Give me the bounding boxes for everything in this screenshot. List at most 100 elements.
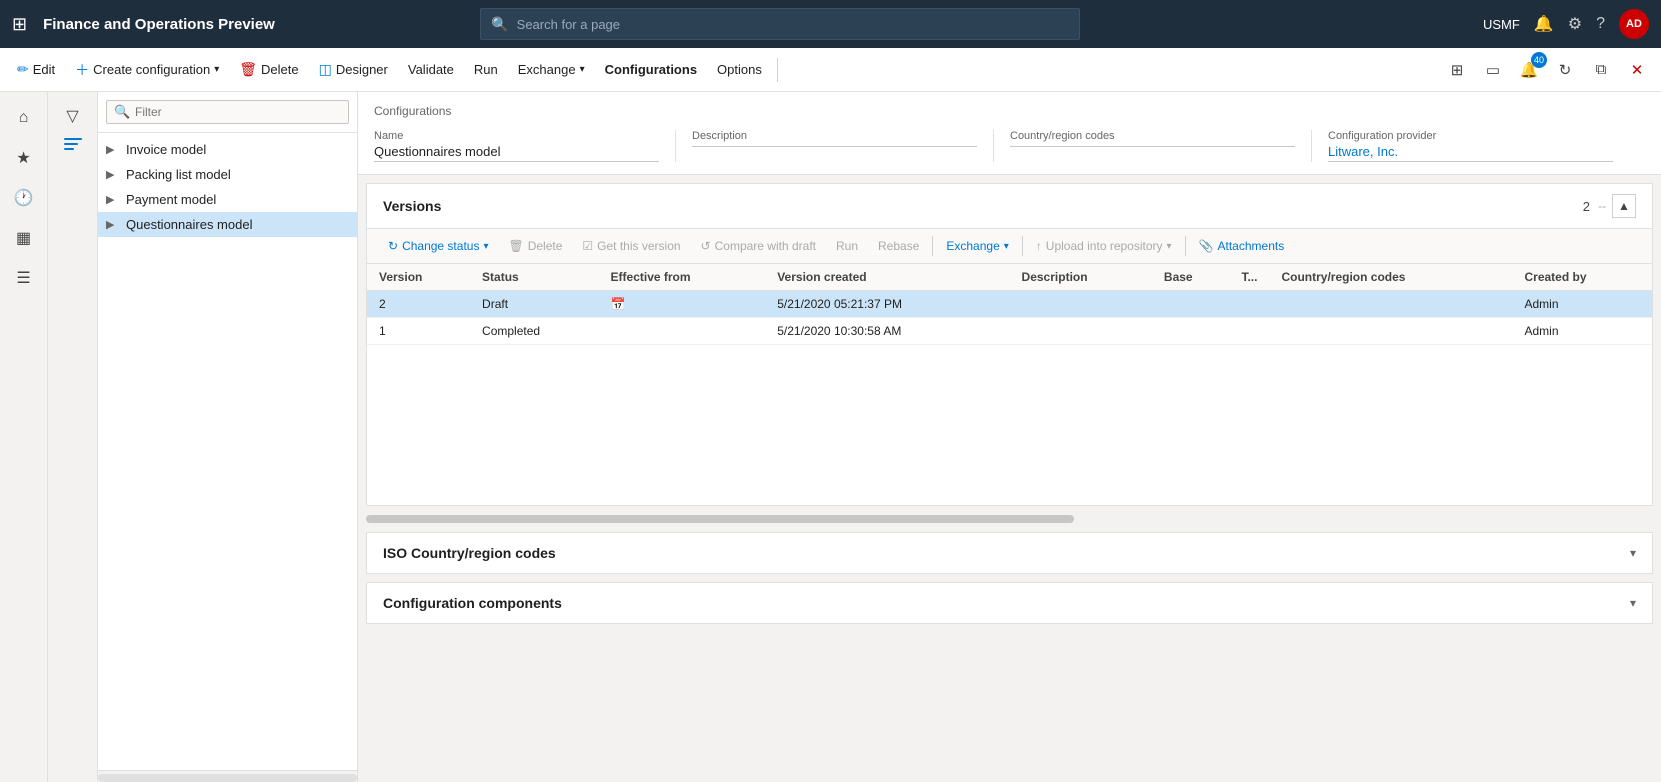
- versions-count: 2: [1583, 199, 1590, 214]
- table-row[interactable]: 1 Completed 5/21/2020 10:30:58 AM Admin: [367, 318, 1652, 345]
- change-status-button[interactable]: ↻ Change status ▾: [379, 235, 497, 257]
- sidebar-item-home[interactable]: ⌂: [6, 100, 42, 136]
- config-components-title: Configuration components: [383, 595, 562, 611]
- help-icon[interactable]: ?: [1596, 15, 1605, 33]
- filter-lines-icon[interactable]: [58, 132, 88, 156]
- versions-exchange-button[interactable]: Exchange ▾: [937, 235, 1017, 257]
- get-this-version-button[interactable]: ☑ Get this version: [573, 235, 689, 257]
- tree-item-questionnaires-model[interactable]: ▶ Questionnaires model: [98, 212, 357, 237]
- versions-dash: --: [1598, 199, 1606, 213]
- config-provider-value[interactable]: Litware, Inc.: [1328, 144, 1613, 162]
- create-configuration-button[interactable]: ＋ Create configuration ▾: [66, 55, 228, 85]
- main-toolbar: ✏ Edit ＋ Create configuration ▾ 🗑 Delete…: [0, 48, 1661, 92]
- config-country-label: Country/region codes: [1010, 130, 1295, 142]
- versions-nav-up[interactable]: ▲: [1612, 194, 1636, 218]
- tree-search-icon: 🔍: [114, 104, 130, 120]
- tree-filter-input[interactable]: [106, 100, 349, 124]
- open-new-window-icon[interactable]: ⧉: [1585, 54, 1617, 86]
- config-description-label: Description: [692, 130, 977, 142]
- search-input[interactable]: [517, 17, 1070, 32]
- col-version-created: Version created: [769, 264, 1013, 291]
- notifications-count-icon[interactable]: 🔔 40: [1513, 54, 1545, 86]
- compare-icon: ↺: [701, 239, 711, 253]
- col-effective-from: Effective from: [603, 264, 770, 291]
- exchange-button[interactable]: Exchange ▾: [509, 57, 594, 82]
- add-icon: ＋: [75, 60, 89, 80]
- settings-icon[interactable]: ⚙: [1568, 14, 1582, 34]
- row-effective-from-1: [603, 318, 770, 345]
- tree-horizontal-scrollbar[interactable]: [98, 770, 357, 782]
- tree-items: ▶ Invoice model ▶ Packing list model ▶ P…: [98, 133, 357, 770]
- versions-nav: ▲: [1612, 194, 1636, 218]
- versions-section-header: Versions 2 -- ▲: [367, 184, 1652, 229]
- configurations-button[interactable]: Configurations: [596, 57, 706, 82]
- sidebar-item-recent[interactable]: 🕐: [6, 180, 42, 216]
- toolbar-separator: [777, 58, 778, 82]
- sidebar-item-modules[interactable]: ☰: [6, 260, 42, 296]
- main-layout: ⌂ ★ 🕐 ▦ ☰ ▽ 🔍 ▶ Invoice model ▶: [0, 92, 1661, 782]
- row-status-draft: Draft: [474, 291, 603, 318]
- iso-section: ISO Country/region codes ▾: [366, 532, 1653, 574]
- compare-with-draft-button[interactable]: ↺ Compare with draft: [692, 235, 825, 257]
- tree-item-packing-list-model[interactable]: ▶ Packing list model: [98, 162, 357, 187]
- options-button[interactable]: Options: [708, 57, 771, 82]
- config-name-field: Name Questionnaires model: [374, 130, 676, 162]
- tree-item-invoice-model[interactable]: ▶ Invoice model: [98, 137, 357, 162]
- sidebar-item-favorites[interactable]: ★: [6, 140, 42, 176]
- personalize-icon[interactable]: ⊞: [1441, 54, 1473, 86]
- attachment-icon: 📎: [1199, 239, 1214, 253]
- designer-button[interactable]: ◫ Designer: [310, 56, 397, 83]
- attachments-button[interactable]: 📎 Attachments: [1190, 235, 1294, 257]
- view-mode-icon[interactable]: ▭: [1477, 54, 1509, 86]
- search-bar[interactable]: 🔍: [480, 8, 1080, 40]
- table-row[interactable]: 2 Draft 📅 5/21/2020 05:21:37 PM Admin: [367, 291, 1652, 318]
- row-description-1: [1014, 318, 1156, 345]
- versions-toolbar-sep2: [1022, 236, 1023, 256]
- versions-delete-icon: 🗑: [508, 239, 523, 253]
- notification-icon[interactable]: 🔔: [1534, 14, 1554, 34]
- waffle-icon[interactable]: ⊞: [12, 14, 27, 35]
- run-button[interactable]: Run: [465, 57, 507, 82]
- get-version-icon: ☑: [582, 239, 593, 253]
- rebase-button[interactable]: Rebase: [869, 235, 928, 257]
- upload-into-repository-button[interactable]: ↑ Upload into repository ▾: [1027, 235, 1181, 257]
- tree-item-payment-model[interactable]: ▶ Payment model: [98, 187, 357, 212]
- refresh-icon[interactable]: ↻: [1549, 54, 1581, 86]
- designer-icon: ◫: [319, 61, 332, 78]
- config-description-value[interactable]: [692, 144, 977, 147]
- icon-nav: ⌂ ★ 🕐 ▦ ☰: [0, 92, 48, 782]
- expand-arrow-packing: ▶: [106, 168, 122, 181]
- versions-delete-button[interactable]: 🗑 Delete: [499, 235, 571, 257]
- close-icon[interactable]: ✕: [1621, 54, 1653, 86]
- col-t: T...: [1233, 264, 1273, 291]
- row-description-2: [1014, 291, 1156, 318]
- expand-arrow-invoice: ▶: [106, 143, 122, 156]
- row-created-by-1: Admin: [1517, 318, 1653, 345]
- avatar[interactable]: AD: [1619, 9, 1649, 39]
- versions-toolbar-sep3: [1185, 236, 1186, 256]
- upload-icon: ↑: [1036, 239, 1042, 253]
- content-panel: Configurations Name Questionnaires model…: [358, 92, 1661, 782]
- config-header: Configurations Name Questionnaires model…: [358, 92, 1661, 175]
- versions-run-button[interactable]: Run: [827, 235, 867, 257]
- delete-button[interactable]: 🗑 Delete: [230, 56, 307, 83]
- calendar-icon[interactable]: 📅: [611, 297, 626, 311]
- company-label: USMF: [1483, 17, 1520, 32]
- validate-button[interactable]: Validate: [399, 57, 463, 82]
- tree-search-area: 🔍: [98, 92, 357, 133]
- config-country-value[interactable]: [1010, 144, 1295, 147]
- iso-section-header[interactable]: ISO Country/region codes ▾: [367, 533, 1652, 573]
- col-created-by: Created by: [1517, 264, 1653, 291]
- config-components-header[interactable]: Configuration components ▾: [367, 583, 1652, 623]
- row-version-created-2: 5/21/2020 05:21:37 PM: [769, 291, 1013, 318]
- create-config-dropdown-icon: ▾: [214, 64, 219, 75]
- upload-dropdown: ▾: [1167, 241, 1172, 252]
- tree-panel: 🔍 ▶ Invoice model ▶ Packing list model ▶…: [98, 92, 358, 782]
- horizontal-scrollbar[interactable]: [366, 514, 1653, 524]
- config-name-value[interactable]: Questionnaires model: [374, 144, 659, 162]
- filter-icon[interactable]: ▽: [60, 100, 84, 132]
- versions-toolbar-sep: [932, 236, 933, 256]
- sidebar-item-workspaces[interactable]: ▦: [6, 220, 42, 256]
- filter-line-2: [64, 143, 78, 145]
- edit-button[interactable]: ✏ Edit: [8, 56, 64, 83]
